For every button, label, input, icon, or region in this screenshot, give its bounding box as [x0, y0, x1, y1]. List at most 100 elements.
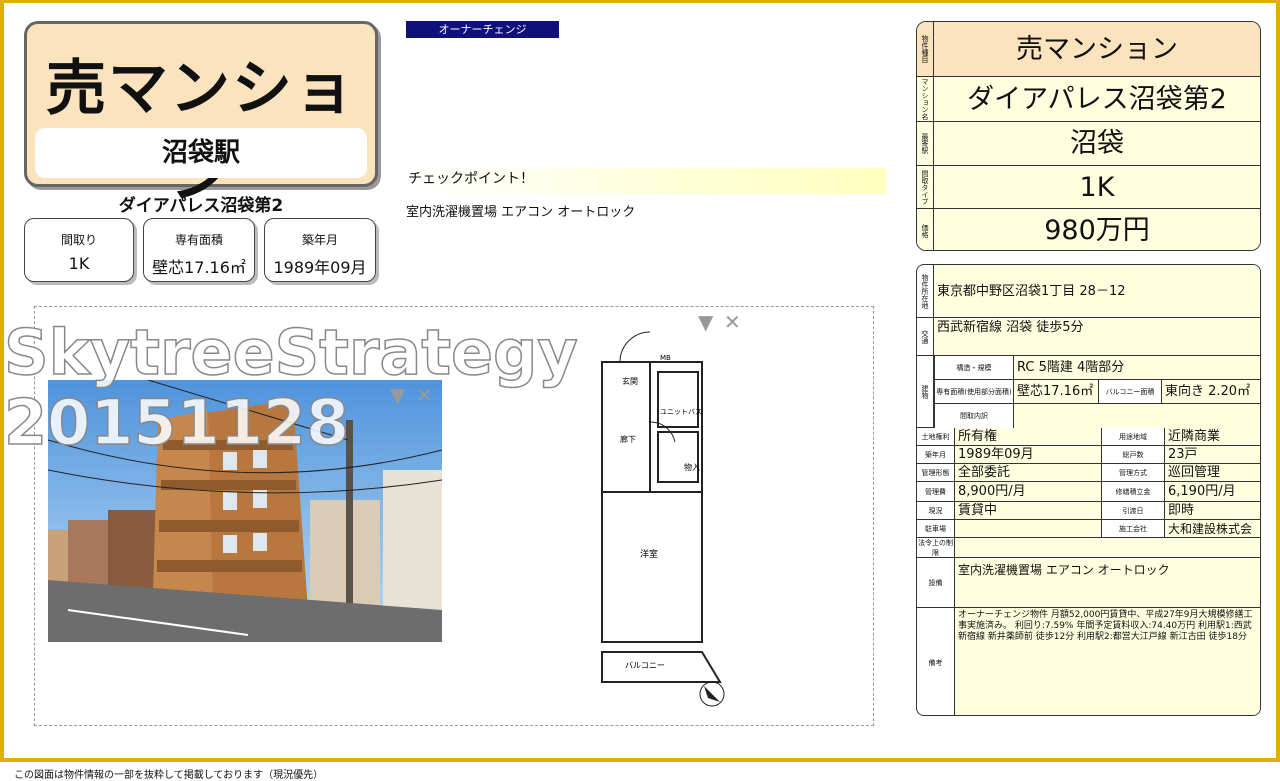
- details-head: 建物: [917, 356, 934, 427]
- summary-head: 物件種目: [917, 22, 934, 76]
- details-facility: 室内洗濯機置場 エアコン オートロック: [955, 558, 1260, 607]
- details-row: 交通 西武新宿線 沼袋 徒歩5分: [917, 318, 1260, 356]
- details-notes: オーナーチェンジ物件 月額52,000円賃貸中、平成27年9月大規模修繕工事実施…: [955, 608, 1260, 715]
- details-built: 1989年09月: [955, 446, 1101, 463]
- plan-entrance: 玄関: [622, 376, 638, 386]
- details-row: 管理費 8,900円/月 修繕積立金 6,190円/月: [917, 482, 1260, 502]
- watermark-line: 20151128: [3, 386, 350, 459]
- details-address: 東京都中野区沼袋1丁目 28－12: [934, 265, 1260, 317]
- details-balcony: 東向き 2.20㎡: [1162, 380, 1260, 404]
- summary-station: 沼袋: [1070, 128, 1124, 159]
- spec-label: 間取り: [60, 233, 97, 247]
- summary-table: 物件種目 売マンション マンション名 ダイアパレス沼袋第2 最寄駅 沼袋 間取タ…: [916, 21, 1261, 251]
- footer-note: この図面は物件情報の一部を抜粋して掲載しております（現況優先）: [14, 770, 324, 781]
- details-label: 総戸数: [1101, 446, 1165, 463]
- details-label: 築年月: [917, 446, 955, 463]
- details-label: 構造・規模: [934, 356, 1014, 380]
- details-row: 備考 オーナーチェンジ物件 月額52,000円賃貸中、平成27年9月大規模修繕工…: [917, 608, 1260, 715]
- details-label: 管理方式: [1101, 464, 1165, 481]
- details-restriction: [955, 538, 1260, 557]
- details-status: 賃貸中: [955, 502, 1101, 519]
- building-name: ダイアパレス沼袋第2: [118, 196, 284, 216]
- details-head: 交通: [917, 318, 934, 355]
- station-name: 沼袋駅: [35, 128, 367, 178]
- details-use-zone: 近隣商業: [1165, 428, 1260, 445]
- details-builder: 大和建設株式会社: [1165, 520, 1260, 554]
- watermark: SkytreeStrategy 20151128: [3, 316, 578, 459]
- summary-head: マンション名: [917, 77, 934, 121]
- details-head: 物件所在地: [917, 265, 934, 317]
- summary-head: 間取タイプ: [917, 166, 934, 208]
- spec-value: 1K: [68, 254, 90, 273]
- details-label: 駐車場: [917, 520, 955, 537]
- floor-plan: 玄関 ユニットバス 廊下 物入 洋室 バルコニー MB: [580, 322, 760, 717]
- details-label: 引渡日: [1101, 502, 1165, 519]
- checkpoint-text: 室内洗濯機置場 エアコン オートロック: [406, 205, 636, 220]
- property-category: 売マンション: [46, 54, 356, 211]
- details-reserve: 6,190円/月: [1165, 482, 1260, 501]
- plan-room: 洋室: [640, 548, 658, 560]
- details-row: 現況 賃貸中 引渡日 即時: [917, 502, 1260, 520]
- summary-category: 売マンション: [1016, 34, 1178, 65]
- details-label: 間取内訳: [934, 404, 1014, 428]
- summary-layout: 1K: [1079, 172, 1115, 203]
- summary-row: 価格 980万円: [917, 209, 1260, 250]
- details-land-right: 所有権: [955, 428, 1101, 445]
- details-parking: [955, 520, 1101, 537]
- spec-layout: 間取り 1K: [24, 218, 134, 282]
- details-label: バルコニー面積: [1098, 380, 1162, 404]
- summary-head: 価格: [917, 209, 934, 250]
- details-label: 施工会社: [1101, 520, 1165, 537]
- summary-row: 最寄駅 沼袋: [917, 122, 1260, 166]
- details-label: 設備: [917, 558, 955, 607]
- spec-value: 壁芯17.16㎡: [152, 258, 246, 277]
- details-row: 築年月 1989年09月 総戸数 23戸: [917, 446, 1260, 464]
- details-row: 物件所在地 東京都中野区沼袋1丁目 28－12: [917, 265, 1260, 318]
- details-row: 管理形態 全部委託 管理方式 巡回管理: [917, 464, 1260, 482]
- details-label: 現況: [917, 502, 955, 519]
- details-structure: RC 5階建 4階部分: [1014, 356, 1260, 380]
- title-card: 売マンション 沼袋駅: [24, 21, 378, 211]
- plan-mb: MB: [660, 354, 671, 362]
- spec-built: 築年月 1989年09月: [264, 218, 376, 282]
- details-label: 管理費: [917, 482, 955, 501]
- summary-row: 物件種目 売マンション: [917, 22, 1260, 77]
- watermark-line: SkytreeStrategy: [3, 316, 578, 389]
- details-label: 土地権利: [917, 428, 955, 445]
- details-layout: [1014, 404, 1260, 428]
- spec-label: 築年月: [301, 233, 338, 247]
- details-units: 23戸: [1165, 446, 1260, 463]
- details-mgmt-form: 全部委託: [955, 464, 1101, 481]
- spec-value: 1989年09月: [273, 258, 367, 277]
- details-label: 備考: [917, 608, 955, 715]
- spec-area: 専有面積 壁芯17.16㎡: [143, 218, 255, 282]
- details-row: 法令上の制限: [917, 538, 1260, 558]
- plan-balcony: バルコニー: [625, 661, 665, 670]
- plan-storage: 物入: [684, 462, 700, 472]
- details-label: 管理形態: [917, 464, 955, 481]
- summary-head: 最寄駅: [917, 122, 934, 165]
- checkpoint-title: チェックポイント！: [404, 168, 886, 194]
- details-table: 物件所在地 東京都中野区沼袋1丁目 28－12 交通 西武新宿線 沼袋 徒歩5分…: [916, 264, 1261, 716]
- summary-price: 980万円: [1044, 215, 1150, 246]
- details-row: 建物 構造・規模 RC 5階建 4階部分 専有面積(使用部分面積) 壁芯17.1…: [917, 356, 1260, 428]
- details-mgmt-method: 巡回管理: [1165, 464, 1260, 481]
- triangle-icon[interactable]: ▼: [698, 312, 713, 332]
- details-label: 専有面積(使用部分面積): [934, 380, 1014, 404]
- details-mgmt-fee: 8,900円/月: [955, 482, 1101, 501]
- plan-unit-bath: ユニットバス: [660, 408, 702, 416]
- summary-row: マンション名 ダイアパレス沼袋第2: [917, 77, 1260, 122]
- details-label: 修繕積立金: [1101, 482, 1165, 501]
- details-label: 用途地域: [1101, 428, 1165, 445]
- details-traffic: 西武新宿線 沼袋 徒歩5分: [934, 318, 1260, 355]
- details-area: 壁芯17.16㎡: [1014, 380, 1098, 404]
- summary-building: ダイアパレス沼袋第2: [967, 84, 1227, 115]
- details-handover: 即時: [1165, 502, 1260, 519]
- details-row: 設備 室内洗濯機置場 エアコン オートロック: [917, 558, 1260, 608]
- details-row: 土地権利 所有権 用途地域 近隣商業: [917, 428, 1260, 446]
- summary-row: 間取タイプ 1K: [917, 166, 1260, 209]
- close-icon[interactable]: ✕: [724, 312, 741, 332]
- plan-hallway: 廊下: [620, 434, 636, 444]
- details-label: 法令上の制限: [918, 538, 955, 557]
- details-row: 駐車場 施工会社 大和建設株式会社: [917, 520, 1260, 554]
